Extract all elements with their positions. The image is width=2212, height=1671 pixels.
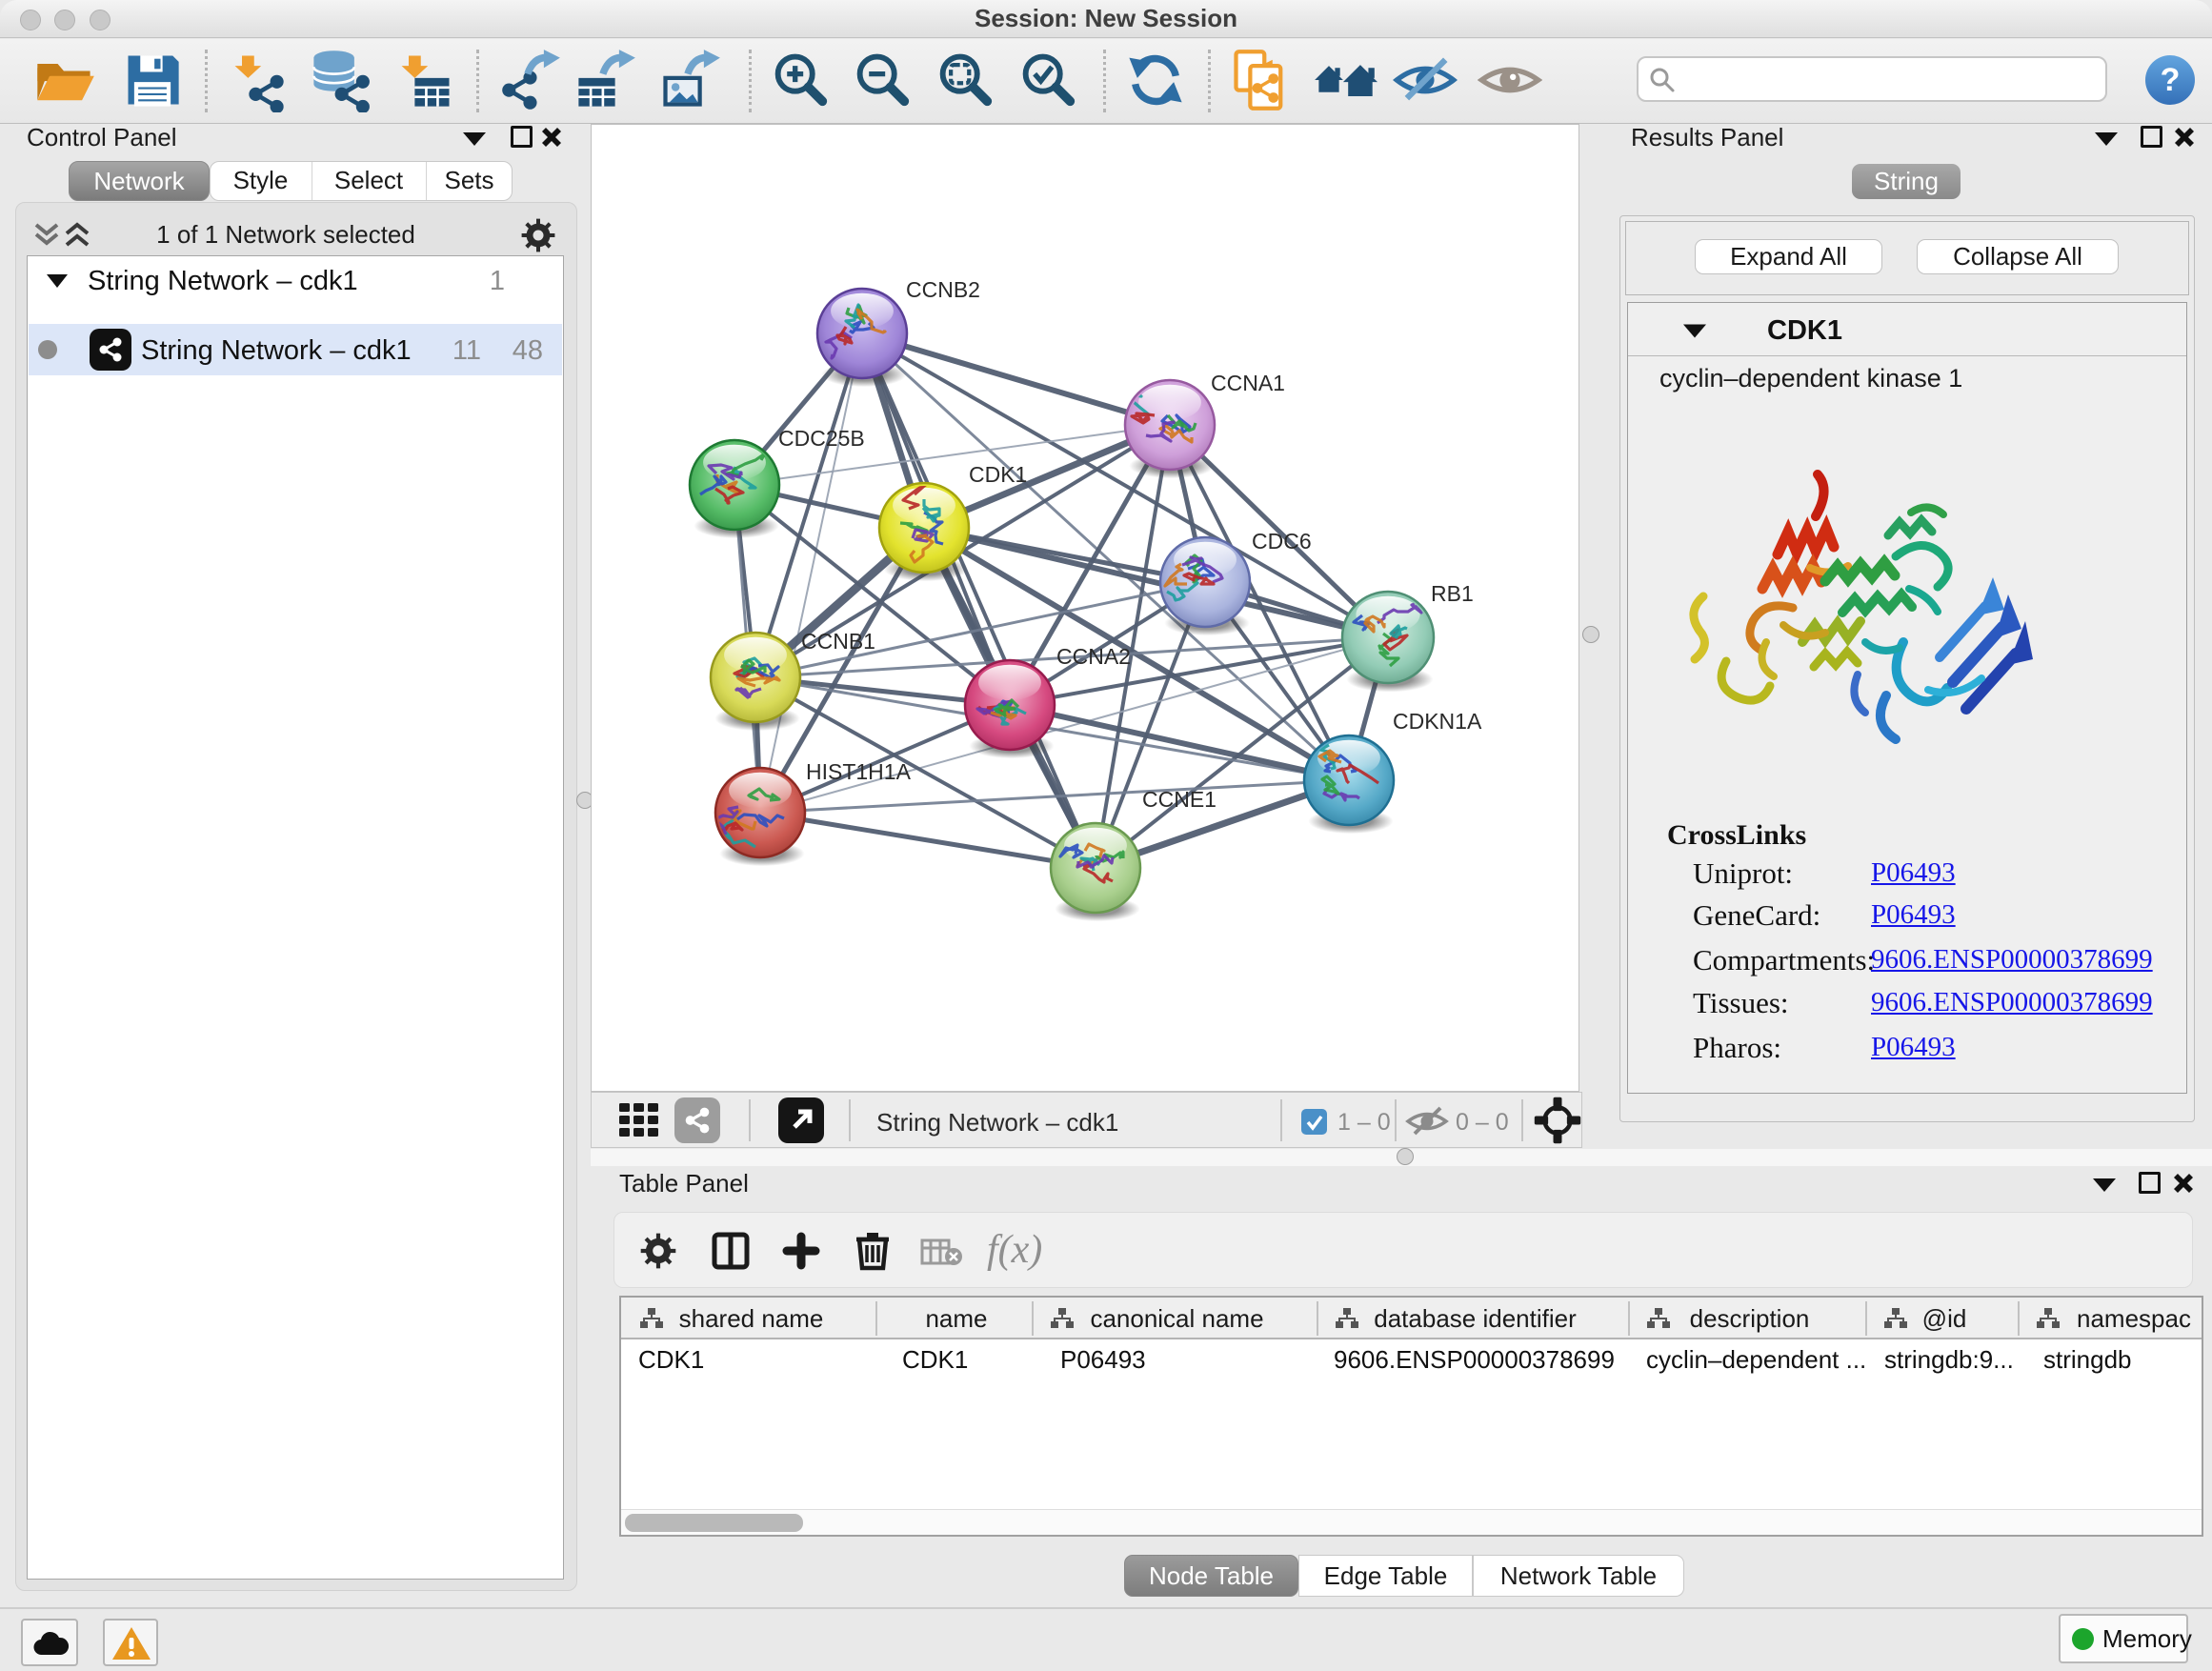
svg-text:CCNA1: CCNA1: [1211, 371, 1285, 395]
svg-text:CCNB2: CCNB2: [906, 277, 980, 302]
svg-text:CDKN1A: CDKN1A: [1393, 709, 1482, 734]
svg-text:CCNA2: CCNA2: [1056, 644, 1131, 669]
svg-text:CDC6: CDC6: [1252, 529, 1312, 554]
svg-text:CDK1: CDK1: [969, 462, 1027, 487]
svg-text:CCNE1: CCNE1: [1142, 787, 1217, 812]
svg-text:RB1: RB1: [1431, 581, 1474, 606]
svg-text:HIST1H1A: HIST1H1A: [806, 759, 912, 784]
svg-text:CCNB1: CCNB1: [801, 629, 875, 654]
svg-text:CDC25B: CDC25B: [778, 426, 865, 451]
